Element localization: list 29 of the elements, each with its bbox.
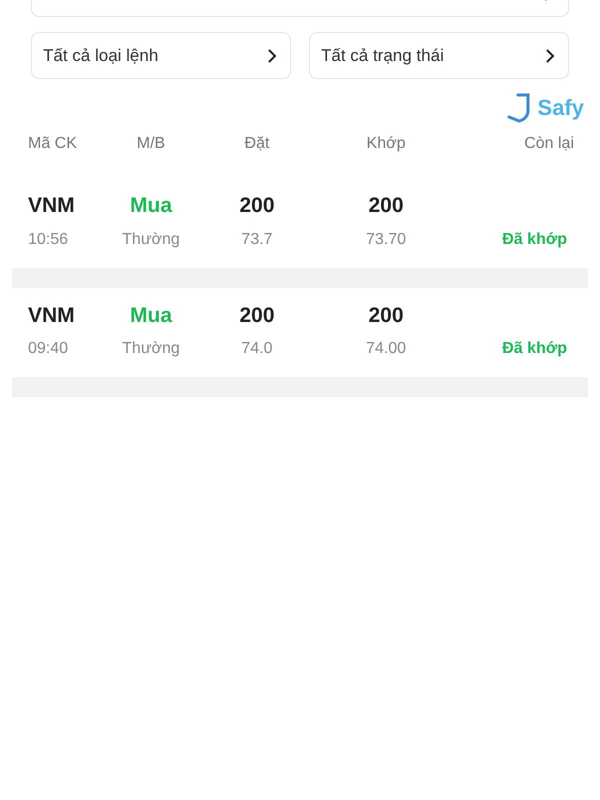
column-header: Đặt	[244, 135, 270, 152]
order-side: Mua	[130, 304, 172, 326]
filter-dropdown[interactable]: Tất cả loại lệnh	[31, 32, 291, 79]
column-header: Khớp	[366, 135, 406, 152]
order-time: 10:56	[28, 230, 68, 248]
order-status: Đã khớp	[502, 340, 567, 357]
stock-symbol: VNM	[28, 304, 75, 326]
column-header: Còn lại	[524, 135, 574, 152]
chevron-icon	[266, 48, 278, 64]
order-type: Thường	[122, 340, 180, 357]
order-status: Đã khớp	[502, 230, 567, 248]
matched-price: 73.70	[366, 230, 406, 248]
logo-icon	[506, 92, 532, 124]
order-price: 73.7	[241, 230, 273, 248]
column-header: Mã CK	[28, 135, 77, 152]
matched-quantity: 200	[368, 304, 404, 326]
stock-symbol: VNM	[28, 194, 75, 217]
order-quantity: 200	[239, 304, 275, 326]
order-time: 09:40	[28, 340, 68, 357]
order-quantity: 200	[239, 194, 275, 217]
filter-dropdown[interactable]: Tất cả trạng thái	[309, 32, 569, 79]
matched-price: 74.00	[366, 340, 406, 357]
brand-name: Safy	[538, 94, 584, 122]
order-side: Mua	[130, 194, 172, 217]
matched-quantity: 200	[368, 194, 404, 217]
order-price: 74.0	[241, 340, 273, 357]
chevron-icon	[544, 48, 556, 64]
column-header: M/B	[136, 135, 166, 152]
order-type: Thường	[122, 230, 180, 248]
